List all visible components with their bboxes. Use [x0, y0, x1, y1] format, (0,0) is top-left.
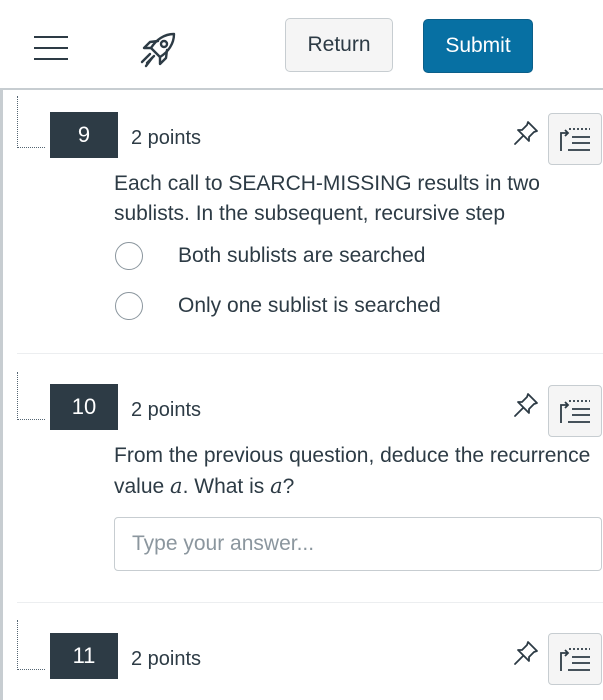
question-number: 9	[50, 112, 118, 158]
return-button[interactable]: Return	[285, 18, 393, 72]
math-variable: a	[270, 474, 283, 498]
radio-button[interactable]	[115, 292, 143, 320]
question-number: 10	[50, 384, 118, 430]
question-9: 9 2 points Each call to SEARCH-MISSING r…	[17, 90, 603, 352]
submit-button[interactable]: Submit	[423, 19, 533, 73]
question-text: Each call to SEARCH-MISSING results in t…	[114, 172, 540, 225]
option-label: Both sublists are searched	[178, 244, 426, 267]
scroll-edge	[0, 90, 3, 700]
question-outline-button[interactable]	[548, 113, 602, 165]
question-text: From the previous question, deduce the r…	[114, 441, 594, 502]
question-bracket	[17, 620, 45, 670]
question-outline-icon	[560, 648, 590, 671]
answer-option[interactable]: Only one sublist is searched	[115, 292, 575, 322]
question-points: 2 points	[131, 648, 202, 670]
pin-icon[interactable]	[513, 392, 539, 418]
question-text-part: ?	[282, 475, 295, 498]
question-10: 10 2 points From the previous question, …	[17, 354, 603, 602]
question-outline-button[interactable]	[548, 385, 602, 437]
answer-option[interactable]: Both sublists are searched	[115, 242, 575, 272]
question-outline-icon	[560, 128, 590, 151]
question-bracket	[17, 372, 45, 420]
pin-icon[interactable]	[513, 640, 539, 666]
question-text-part: . What is	[182, 475, 271, 498]
question-outline-icon	[560, 400, 590, 423]
question-11: 11 2 points	[17, 603, 603, 700]
radio-button[interactable]	[115, 242, 143, 270]
quiz-content[interactable]: 9 2 points Each call to SEARCH-MISSING r…	[0, 90, 603, 700]
answer-input[interactable]	[114, 517, 602, 571]
question-points: 2 points	[131, 399, 202, 421]
pin-icon[interactable]	[513, 120, 539, 146]
quiz-header: Return Submit	[0, 0, 603, 90]
question-points: 2 points	[131, 127, 202, 149]
question-bracket	[17, 96, 45, 148]
option-label: Only one sublist is searched	[178, 294, 441, 317]
rocket-icon	[140, 32, 176, 68]
hamburger-menu-icon[interactable]	[34, 36, 68, 60]
question-number: 11	[50, 633, 118, 679]
question-outline-button[interactable]	[548, 633, 602, 685]
math-variable: a	[170, 474, 183, 498]
